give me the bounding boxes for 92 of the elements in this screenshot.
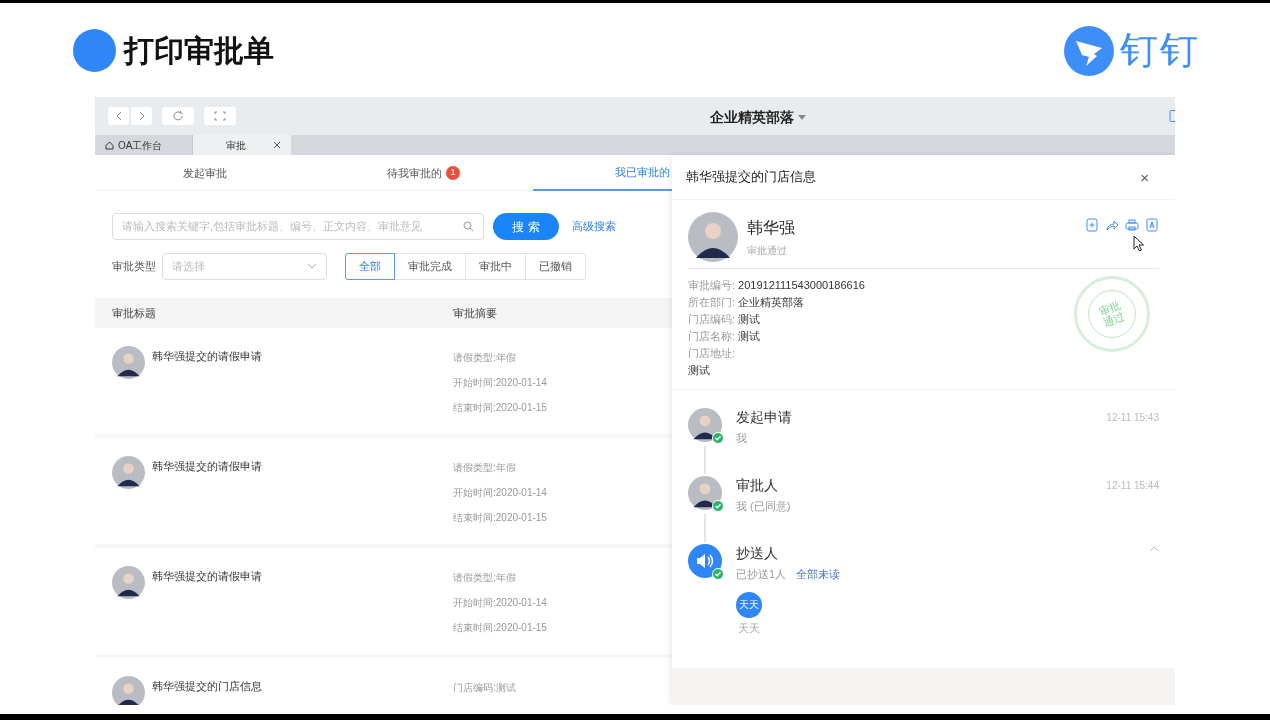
field-label: 门店地址: [688, 346, 737, 361]
avatar-icon [112, 346, 145, 379]
step-time: 12-11 15:43 [1106, 411, 1159, 425]
summary-text: 门店编码:测试 [453, 681, 516, 695]
summary-text: 结束时间:2020-01-15 [453, 401, 547, 415]
filter-segment[interactable]: 审批完成 [394, 252, 466, 280]
unread-link[interactable]: 全部未读 [796, 566, 841, 583]
check-icon [712, 432, 724, 444]
summary-text: 请假类型:年假 [453, 571, 517, 585]
column-header: 审批摘要 [453, 305, 497, 321]
summary-text: 开始时间:2020-01-14 [453, 486, 547, 500]
logo-icon [1064, 25, 1114, 76]
count-badge: 1 [446, 166, 460, 180]
nav-tab[interactable]: 发起审批 [95, 155, 314, 191]
collapse-button[interactable] [1149, 546, 1159, 552]
dropdown-icon [307, 263, 317, 269]
chevron-right-icon [137, 111, 146, 121]
advanced-search-link[interactable]: 高级搜索 [572, 218, 616, 235]
search-button[interactable]: 搜 索 [493, 213, 559, 240]
print-icon [1125, 218, 1139, 232]
nav-tab[interactable]: 待我审批的 1 [314, 155, 533, 191]
field-value: 201912111543000186616 [738, 278, 865, 293]
home-icon [105, 140, 114, 150]
applicant-name: 韩华强 [747, 218, 796, 238]
avatar-icon [112, 676, 145, 705]
refresh-icon [172, 110, 184, 122]
cursor-icon [1133, 235, 1145, 252]
share-button[interactable] [1105, 218, 1119, 232]
step-title: 抄送人 [736, 544, 779, 562]
summary-text: 请假类型:年假 [453, 461, 517, 475]
summary-text: 开始时间:2020-01-14 [453, 596, 547, 610]
slide-title: 打印审批单 [124, 33, 275, 69]
add-button[interactable] [1085, 218, 1099, 232]
megaphone-icon [688, 544, 722, 578]
fullscreen-button[interactable] [204, 107, 236, 125]
field-label: 门店名称: [688, 329, 736, 344]
field-value: 测试 [738, 312, 761, 327]
close-button[interactable]: × [1140, 169, 1149, 185]
avatar-icon [112, 566, 145, 599]
avatar-icon [688, 408, 722, 442]
row-title[interactable]: 韩华强提交的请假申请 [152, 568, 262, 585]
filter-segment[interactable]: 已撤销 [525, 252, 586, 280]
row-title[interactable]: 韩华强提交的请假申请 [152, 458, 262, 475]
approval-status: 审批通过 [747, 244, 788, 258]
row-title[interactable]: 韩华强提交的请假申请 [152, 348, 262, 365]
filter-label: 审批类型 [112, 258, 156, 274]
check-icon [712, 500, 724, 512]
field-label: 门店编码: [688, 312, 736, 327]
avatar-icon [112, 456, 145, 489]
filter-segment[interactable]: 全部 [345, 252, 395, 280]
fullscreen-icon [214, 111, 226, 121]
recipient-avatar: 天天 [736, 591, 762, 618]
step-title: 发起申请 [736, 408, 793, 426]
stamp-text: 审批通过 [1096, 297, 1128, 331]
print-button[interactable] [1125, 218, 1139, 232]
pdf-button[interactable] [1145, 218, 1159, 232]
step-subtitle: 我 (已同意) [736, 499, 791, 514]
field-value: 企业精英部落 [738, 295, 805, 310]
add-document-icon [1085, 218, 1099, 232]
refresh-button[interactable] [162, 107, 194, 125]
check-icon [712, 568, 724, 580]
logo-text: 钉钉 [1120, 28, 1200, 73]
field-value: 测试 [738, 329, 761, 344]
field-label: 所在部门: [688, 295, 736, 310]
browser-tab[interactable]: 审批 [193, 135, 291, 155]
pdf-icon [1145, 218, 1159, 232]
caret-icon [798, 115, 806, 120]
summary-text: 结束时间:2020-01-15 [453, 621, 547, 635]
chevron-left-icon [114, 111, 123, 121]
close-icon [273, 141, 281, 149]
column-header: 审批标题 [111, 305, 157, 321]
forward-button[interactable] [131, 107, 152, 125]
summary-text: 开始时间:2020-01-14 [453, 376, 547, 390]
chevron-icon [1149, 546, 1159, 552]
summary-text: 请假类型:年假 [453, 351, 517, 365]
back-button[interactable] [108, 107, 129, 125]
avatar-icon [688, 212, 738, 262]
share-icon [1105, 218, 1119, 232]
recipient-name: 天天 [738, 620, 760, 636]
search-icon [463, 221, 474, 232]
filter-segment[interactable]: 审批中 [465, 252, 526, 280]
workspace-dropdown[interactable]: 企业精英部落 [710, 107, 806, 128]
row-title[interactable]: 韩华强提交的门店信息 [152, 678, 262, 695]
step-subtitle: 已抄送1人 [736, 567, 787, 582]
field-value: 测试 [688, 363, 711, 378]
step-subtitle: 我 [736, 431, 747, 446]
step-title: 审批人 [736, 476, 779, 494]
field-label: 审批编号: [688, 278, 736, 293]
document-icon [1169, 110, 1175, 122]
avatar-icon [688, 476, 722, 510]
step-time: 12-11 15:44 [1106, 479, 1159, 493]
summary-text: 结束时间:2020-01-15 [453, 511, 547, 525]
